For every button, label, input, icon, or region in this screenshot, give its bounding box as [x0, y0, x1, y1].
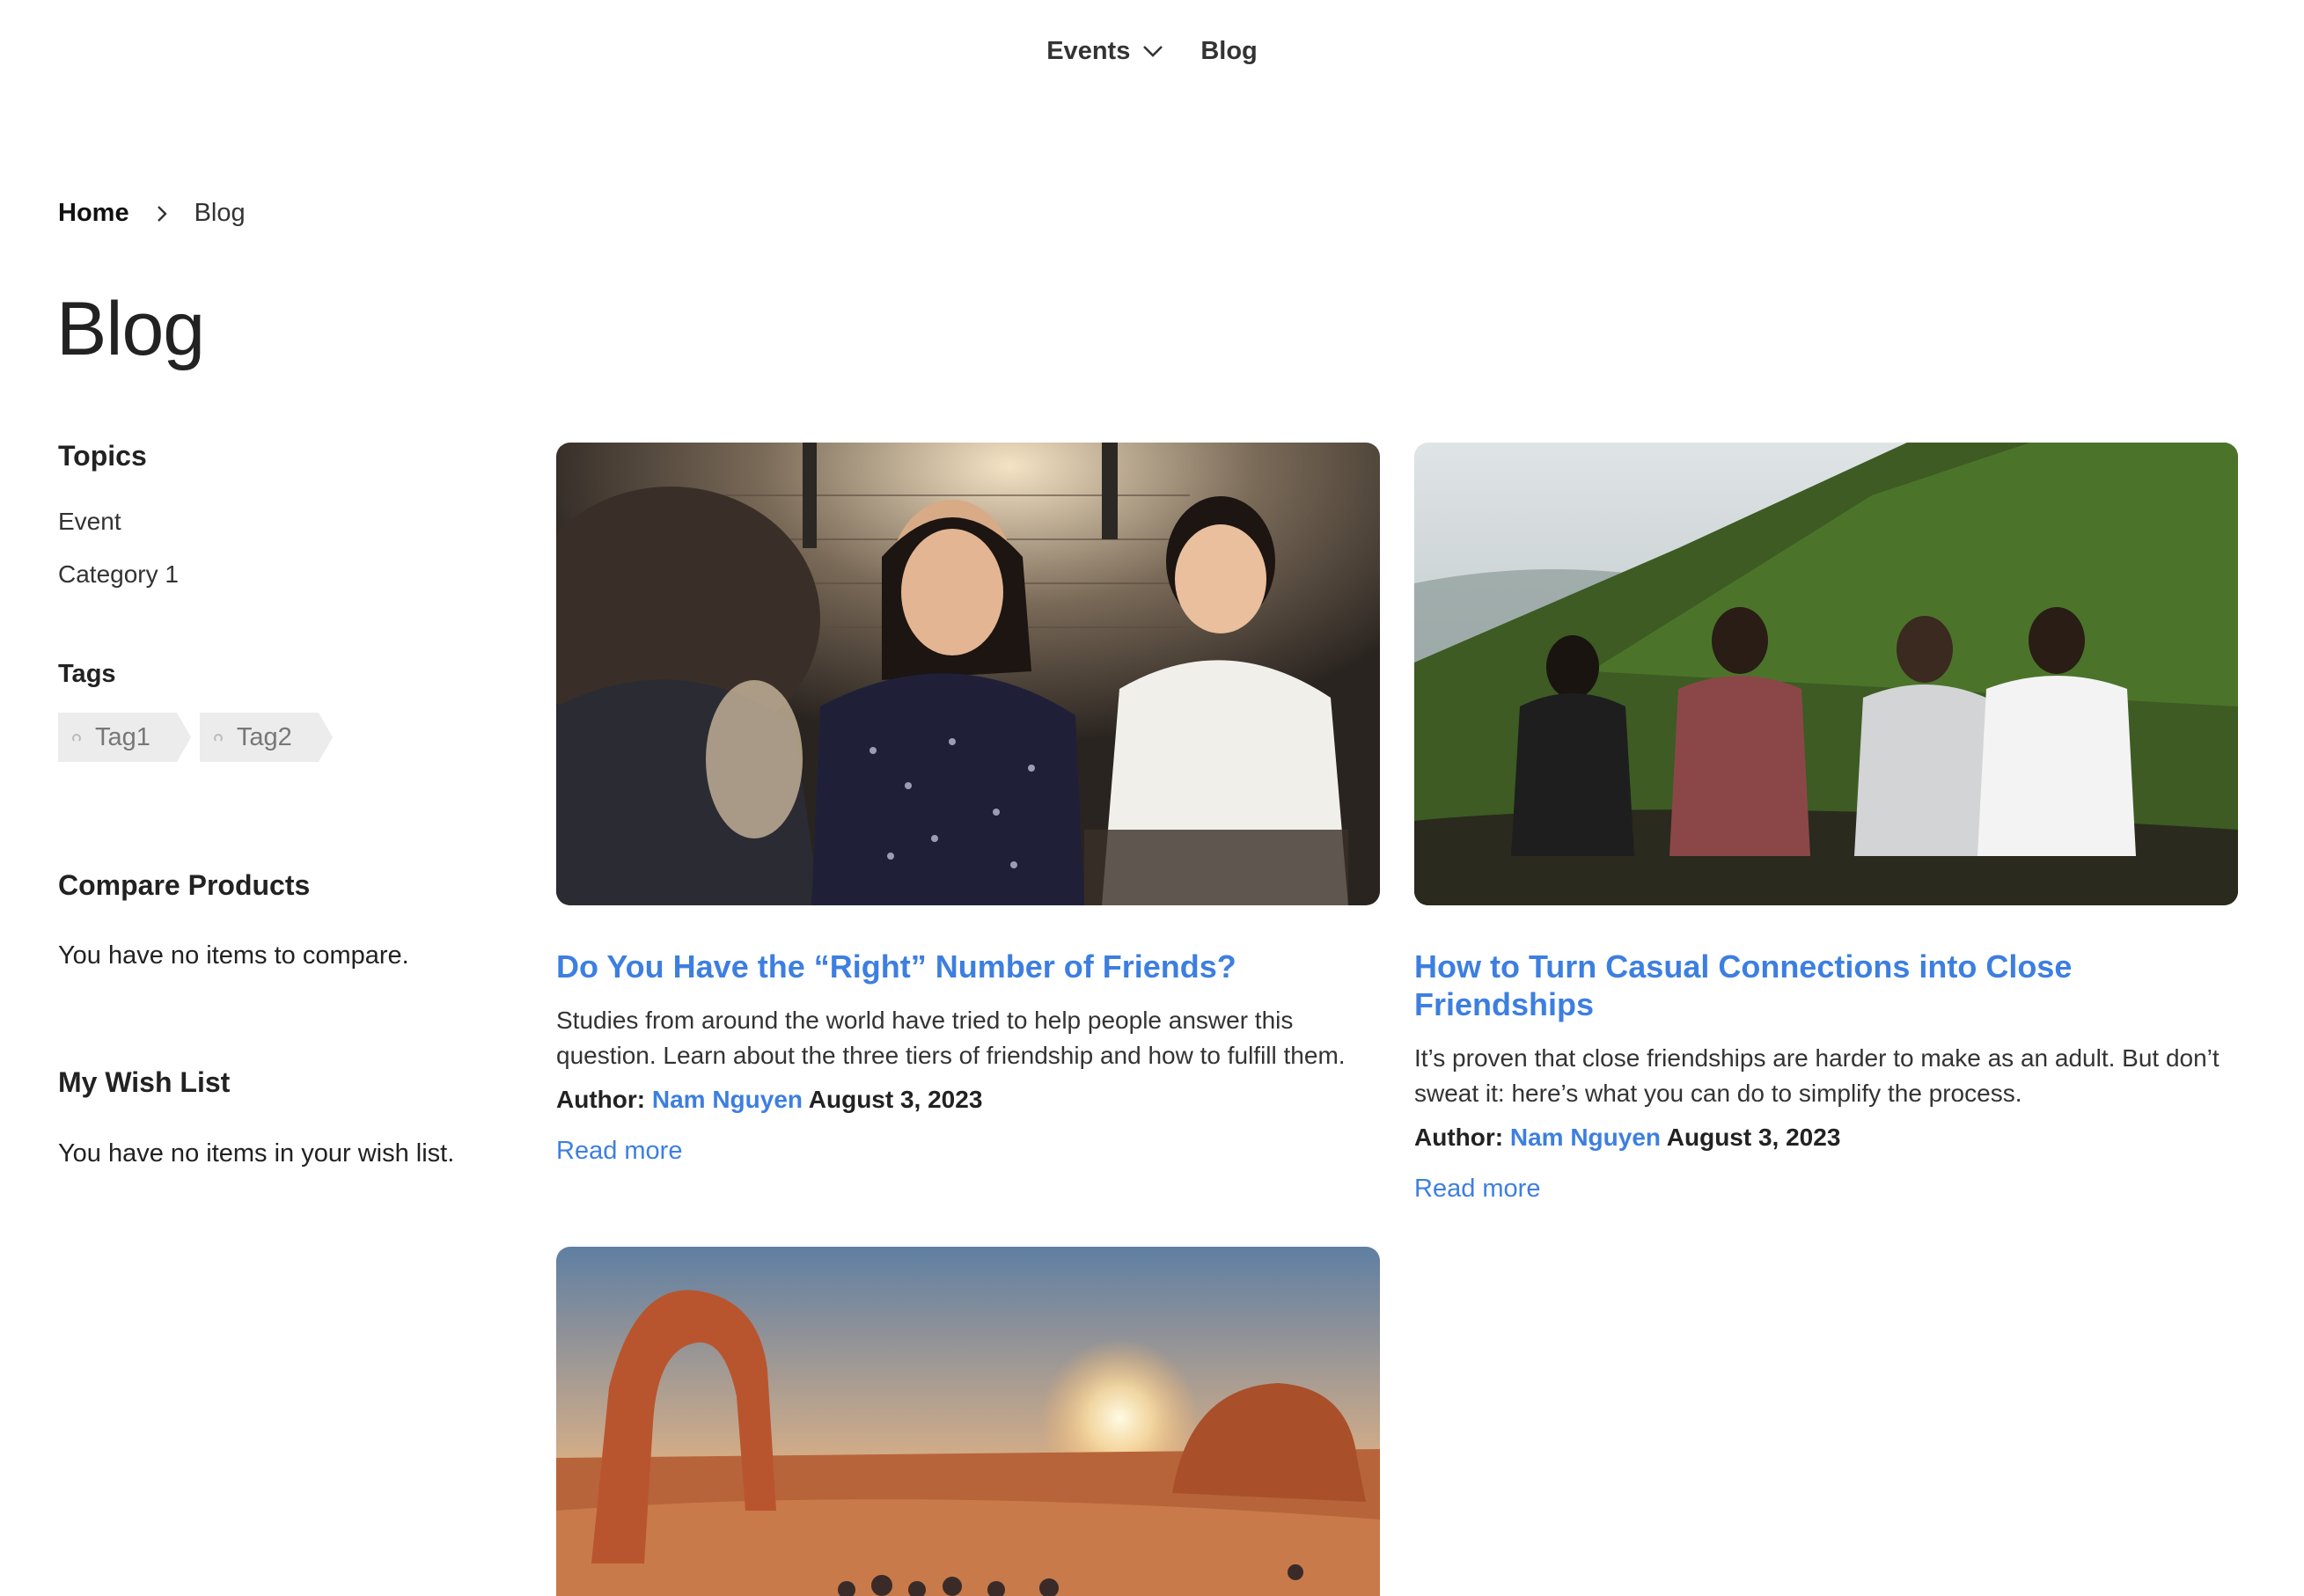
tag-hole-icon	[72, 734, 81, 743]
breadcrumb-current: Blog	[194, 199, 246, 227]
tag-hole-icon	[213, 734, 223, 743]
compare-empty-text: You have no items to compare.	[58, 941, 409, 970]
wishlist-empty-text: You have no items in your wish list.	[58, 1139, 455, 1168]
blog-post-card: How to Turn Casual Connections into Clos…	[1414, 443, 2238, 1204]
tag-item[interactable]: Tag2	[199, 713, 333, 762]
topics-heading: Topics	[58, 440, 147, 472]
nav-blog[interactable]: Blog	[1200, 37, 1257, 66]
author-label: Author:	[556, 1086, 646, 1114]
post-date: August 3, 2023	[808, 1086, 983, 1114]
post-title-link[interactable]: Do You Have the “Right” Number of Friend…	[556, 948, 1380, 985]
topics-list: Event Category 1	[58, 495, 516, 601]
post-image-desert-arch[interactable]	[556, 1247, 1380, 1596]
post-date: August 3, 2023	[1666, 1124, 1841, 1152]
post-description: It’s proven that close friendships are h…	[1414, 1044, 2220, 1108]
post-description: Studies from around the world have tried…	[556, 1007, 1346, 1070]
post-image-friends-mountain[interactable]	[1414, 443, 2238, 905]
chevron-down-icon	[1143, 46, 1163, 57]
top-navigation: Events Blog	[0, 26, 2304, 76]
blog-post-card	[556, 1247, 1380, 1596]
compare-heading: Compare Products	[58, 869, 311, 901]
nav-events[interactable]: Events	[1046, 37, 1163, 66]
blog-post-card: Do You Have the “Right” Number of Friend…	[556, 443, 1380, 1166]
nav-blog-label: Blog	[1200, 36, 1258, 65]
tag-label: Tag2	[236, 723, 292, 751]
post-meta: Author: Nam Nguyen August 3, 2023	[556, 1086, 1380, 1114]
breadcrumb: Home Blog	[58, 199, 246, 228]
read-more-link[interactable]: Read more	[556, 1137, 682, 1166]
tag-list: Tag1 Tag2	[58, 713, 333, 762]
post-title-link[interactable]: How to Turn Casual Connections into Clos…	[1414, 948, 2238, 1023]
tag-label: Tag1	[95, 723, 150, 751]
nav-events-label: Events	[1046, 36, 1131, 65]
breadcrumb-home-link[interactable]: Home	[58, 199, 129, 228]
chevron-right-icon	[156, 204, 168, 223]
topic-item-event[interactable]: Event	[58, 495, 516, 548]
tags-heading: Tags	[58, 660, 116, 688]
author-label: Author:	[1414, 1124, 1504, 1152]
page-title: Blog	[56, 287, 205, 371]
topic-item-category-1[interactable]: Category 1	[58, 548, 516, 601]
post-meta: Author: Nam Nguyen August 3, 2023	[1414, 1124, 2238, 1152]
read-more-link[interactable]: Read more	[1414, 1175, 1540, 1204]
author-link[interactable]: Nam Nguyen	[1510, 1124, 1661, 1151]
sidebar: Topics Event Category 1 Tags Tag1 Tag2 C…	[58, 440, 516, 1168]
tag-item[interactable]: Tag1	[58, 713, 191, 762]
wishlist-heading: My Wish List	[58, 1066, 231, 1098]
author-link[interactable]: Nam Nguyen	[652, 1086, 803, 1113]
post-image-friends-dinner[interactable]	[556, 443, 1380, 905]
